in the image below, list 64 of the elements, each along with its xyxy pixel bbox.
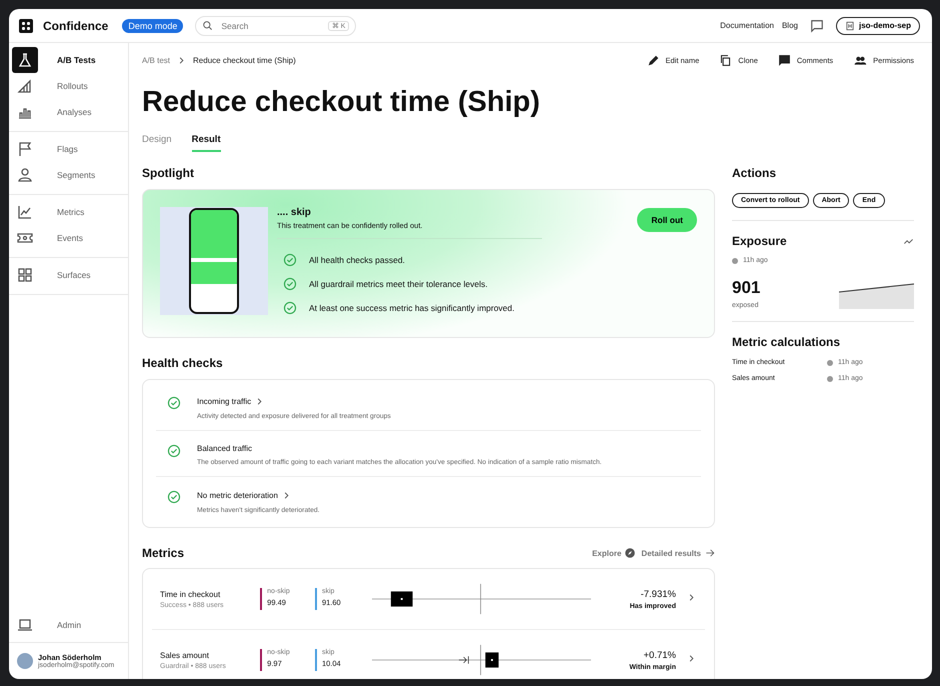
sidebar-item[interactable]: Metrics: [9, 199, 128, 225]
arrow-right-icon: [705, 548, 715, 558]
sidebar-item[interactable]: Surfaces: [9, 262, 128, 288]
laptop-icon: [17, 617, 33, 633]
exposure-count: 901: [732, 278, 760, 298]
check-circle-icon: [167, 444, 181, 458]
metric-result: +0.71%: [642, 650, 676, 660]
header-link[interactable]: Blog: [782, 21, 798, 30]
section-heading: Metrics: [142, 545, 184, 561]
tab[interactable]: Result: [192, 132, 221, 152]
avatar: [17, 653, 33, 669]
person-icon: [17, 167, 33, 183]
sidebar-item[interactable]: A/B Tests: [9, 47, 128, 73]
copy-icon: [719, 54, 732, 66]
breadcrumb-link[interactable]: A/B test: [142, 56, 170, 64]
line-chart-icon: [17, 204, 33, 220]
explore-link[interactable]: Explore: [592, 548, 636, 558]
check-circle-icon: [283, 301, 297, 315]
logo-icon: [19, 18, 33, 32]
tab[interactable]: Design: [142, 132, 172, 152]
health-check-title: Incoming traffic: [197, 397, 252, 406]
metric-result: -7.931%: [640, 588, 676, 600]
health-check-title: No metric deterioration: [197, 491, 278, 500]
chat-icon: [810, 18, 824, 32]
people-icon: [853, 54, 868, 66]
pencil-icon: [646, 54, 660, 66]
triangle-steps-icon: [17, 78, 33, 94]
sidebar-item[interactable]: Flags: [9, 136, 128, 162]
sidebar-item[interactable]: Rollouts: [9, 73, 128, 99]
section-heading: Health checks: [142, 355, 224, 371]
flask-icon: [17, 52, 33, 68]
workspace-button[interactable]: jso-demo-sep: [836, 16, 920, 34]
comment-icon: [778, 54, 791, 66]
header-link[interactable]: Documentation: [720, 21, 774, 30]
check-text: At least one success metric has significantly improved.: [309, 303, 515, 313]
demo-mode-badge: Demo mode: [122, 18, 184, 32]
section-heading: Exposure: [732, 233, 787, 249]
building-icon: [844, 20, 855, 30]
variant-name: .... skip: [277, 207, 312, 218]
health-check-title: Balanced traffic: [197, 444, 252, 453]
breadcrumb-current: Reduce checkout time (Ship): [193, 56, 296, 64]
sidebar-item[interactable]: Analyses: [9, 99, 128, 125]
check-circle-icon: [283, 253, 297, 267]
sidebar-item[interactable]: Segments: [9, 162, 128, 188]
check-circle-icon: [283, 277, 297, 291]
compass-icon: [625, 548, 636, 558]
section-heading: Metric calculations: [732, 334, 842, 350]
metric-name: Sales amount: [160, 650, 210, 660]
brand-name: Confidence: [43, 18, 108, 32]
sidebar-item[interactable]: Events: [9, 225, 128, 251]
sidebar-item[interactable]: Admin: [9, 612, 128, 638]
section-heading: Actions: [732, 165, 778, 181]
section-heading: Spotlight: [142, 165, 195, 181]
check-circle-icon: [167, 396, 181, 410]
check-text: All guardrail metrics meet their tolerance levels.: [309, 279, 488, 289]
roll-out-button[interactable]: Roll out: [637, 208, 697, 232]
flag-icon: [17, 141, 33, 157]
check-text: All health checks passed.: [309, 255, 405, 265]
check-circle-icon: [167, 490, 181, 504]
metric-name: Time in checkout: [160, 590, 222, 598]
page-title: Reduce checkout time (Ship): [142, 85, 542, 120]
detailed-results-link[interactable]: Detailed results: [641, 548, 715, 558]
grid-icon: [17, 267, 33, 283]
search-icon: [202, 20, 214, 31]
